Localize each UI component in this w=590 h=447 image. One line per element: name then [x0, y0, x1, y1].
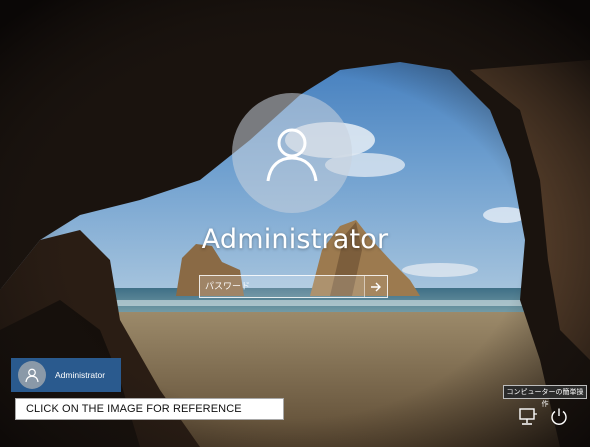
power-icon	[551, 408, 567, 425]
user-avatar-small	[18, 361, 46, 389]
submit-button[interactable]	[364, 276, 387, 297]
user-icon	[266, 128, 318, 182]
arrow-right-icon	[371, 282, 381, 291]
network-button[interactable]	[516, 405, 540, 429]
password-box	[199, 275, 388, 298]
user-icon	[25, 368, 39, 383]
user-list-name: Administrator	[55, 370, 106, 380]
user-list-item-administrator[interactable]: Administrator	[11, 358, 121, 392]
login-user-name: Administrator	[201, 224, 389, 255]
reference-banner[interactable]: CLICK ON THE IMAGE FOR REFERENCE	[15, 398, 284, 420]
network-icon	[519, 408, 537, 425]
user-avatar-large	[232, 93, 352, 213]
password-input[interactable]	[200, 276, 364, 297]
power-button[interactable]	[547, 405, 571, 429]
ease-of-access-tooltip: コンピューターの簡単操作	[503, 385, 587, 408]
